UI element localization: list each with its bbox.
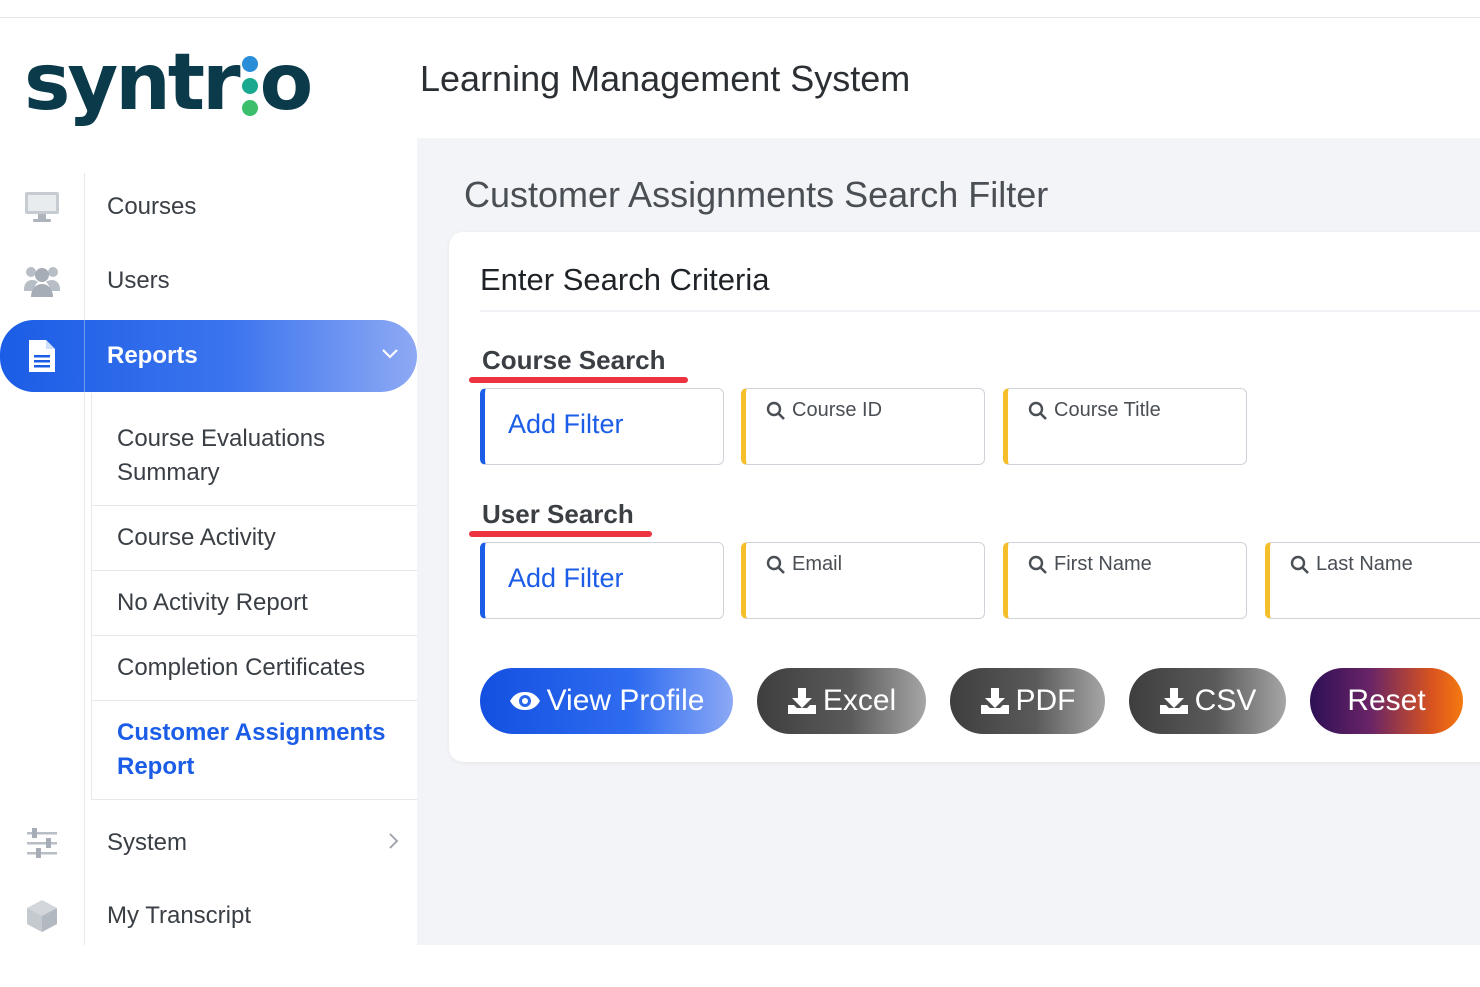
csv-label: CSV bbox=[1194, 684, 1257, 717]
sidebar-item-label: Users bbox=[107, 267, 170, 294]
course-search-highlight bbox=[469, 377, 688, 383]
page-title: Customer Assignments Search Filter bbox=[464, 174, 1049, 215]
add-filter-label: Add Filter bbox=[508, 409, 624, 439]
users-icon bbox=[22, 261, 62, 301]
pdf-label: PDF bbox=[1015, 684, 1076, 717]
reset-label: Reset bbox=[1347, 684, 1426, 717]
sidebar-item-label: My Transcript bbox=[107, 902, 252, 929]
sidebar-item-label: System bbox=[107, 829, 188, 856]
submenu-item-course-evaluations-summary[interactable]: Course Evaluations Summary bbox=[92, 406, 417, 506]
user-search-label: User Search bbox=[482, 499, 634, 529]
course-add-filter-button[interactable]: Add Filter bbox=[480, 388, 724, 465]
card-divider bbox=[480, 310, 1480, 312]
last-name-filter[interactable]: Last Name bbox=[1265, 542, 1480, 619]
course-id-filter[interactable]: Course ID bbox=[741, 388, 985, 465]
export-pdf-button[interactable]: PDF bbox=[950, 668, 1105, 734]
logo-text-part2: o bbox=[259, 38, 314, 128]
document-icon bbox=[22, 336, 62, 376]
submenu-item-no-activity-report[interactable]: No Activity Report bbox=[92, 571, 417, 636]
search-icon bbox=[1028, 555, 1048, 580]
sidebar-item-label: Courses bbox=[107, 193, 197, 220]
sidebar-item-my-transcript[interactable]: My Transcript bbox=[0, 882, 417, 950]
cube-icon bbox=[22, 896, 62, 936]
course-title-label: Course Title bbox=[1054, 399, 1161, 421]
submenu-item-completion-certificates[interactable]: Completion Certificates bbox=[92, 636, 417, 701]
add-filter-label: Add Filter bbox=[508, 563, 624, 593]
app-title: Learning Management System bbox=[420, 58, 911, 99]
submenu-item-course-activity[interactable]: Course Activity bbox=[92, 506, 417, 571]
card-title: Enter Search Criteria bbox=[480, 262, 770, 297]
email-label: Email bbox=[792, 553, 843, 575]
logo-dots-icon bbox=[241, 56, 258, 116]
view-profile-button[interactable]: View Profile bbox=[480, 668, 733, 734]
eye-icon bbox=[509, 691, 541, 711]
sliders-icon bbox=[22, 823, 62, 863]
search-icon bbox=[1028, 401, 1048, 426]
first-name-label: First Name bbox=[1054, 553, 1152, 575]
last-name-label: Last Name bbox=[1316, 553, 1413, 575]
user-add-filter-button[interactable]: Add Filter bbox=[480, 542, 724, 619]
search-icon bbox=[1290, 555, 1310, 580]
sidebar-item-system[interactable]: System bbox=[0, 809, 417, 877]
reset-button[interactable]: Reset bbox=[1310, 668, 1463, 734]
sidebar: Courses Users Reports Course Evaluations… bbox=[0, 138, 417, 945]
search-icon bbox=[766, 555, 786, 580]
course-id-label: Course ID bbox=[792, 399, 883, 421]
syntrio-logo[interactable]: syntr o bbox=[24, 38, 314, 128]
course-search-label: Course Search bbox=[482, 345, 666, 375]
search-icon bbox=[766, 401, 786, 426]
sidebar-item-label: Reports bbox=[107, 342, 198, 369]
monitor-icon bbox=[22, 187, 62, 227]
first-name-filter[interactable]: First Name bbox=[1003, 542, 1247, 619]
sidebar-item-users[interactable]: Users bbox=[0, 247, 417, 315]
excel-label: Excel bbox=[822, 684, 897, 717]
export-excel-button[interactable]: Excel bbox=[757, 668, 926, 734]
app-header: syntr o Learning Management System bbox=[0, 18, 1480, 138]
download-icon bbox=[1159, 687, 1189, 715]
course-title-filter[interactable]: Course Title bbox=[1003, 388, 1247, 465]
sidebar-item-reports[interactable]: Reports bbox=[0, 320, 417, 392]
main-content: Customer Assignments Search Filter Enter… bbox=[417, 138, 1480, 945]
submenu-item-customer-assignments-report[interactable]: Customer Assignments Report bbox=[92, 701, 417, 800]
email-filter[interactable]: Email bbox=[741, 542, 985, 619]
view-profile-label: View Profile bbox=[546, 684, 705, 717]
logo-text-part1: syntr bbox=[24, 38, 241, 128]
sidebar-item-courses[interactable]: Courses bbox=[0, 173, 417, 241]
chevron-right-icon[interactable] bbox=[387, 832, 399, 855]
user-search-highlight bbox=[469, 531, 652, 537]
chevron-down-icon[interactable] bbox=[381, 347, 399, 365]
download-icon bbox=[980, 687, 1010, 715]
download-icon bbox=[787, 687, 817, 715]
export-csv-button[interactable]: CSV bbox=[1129, 668, 1286, 734]
